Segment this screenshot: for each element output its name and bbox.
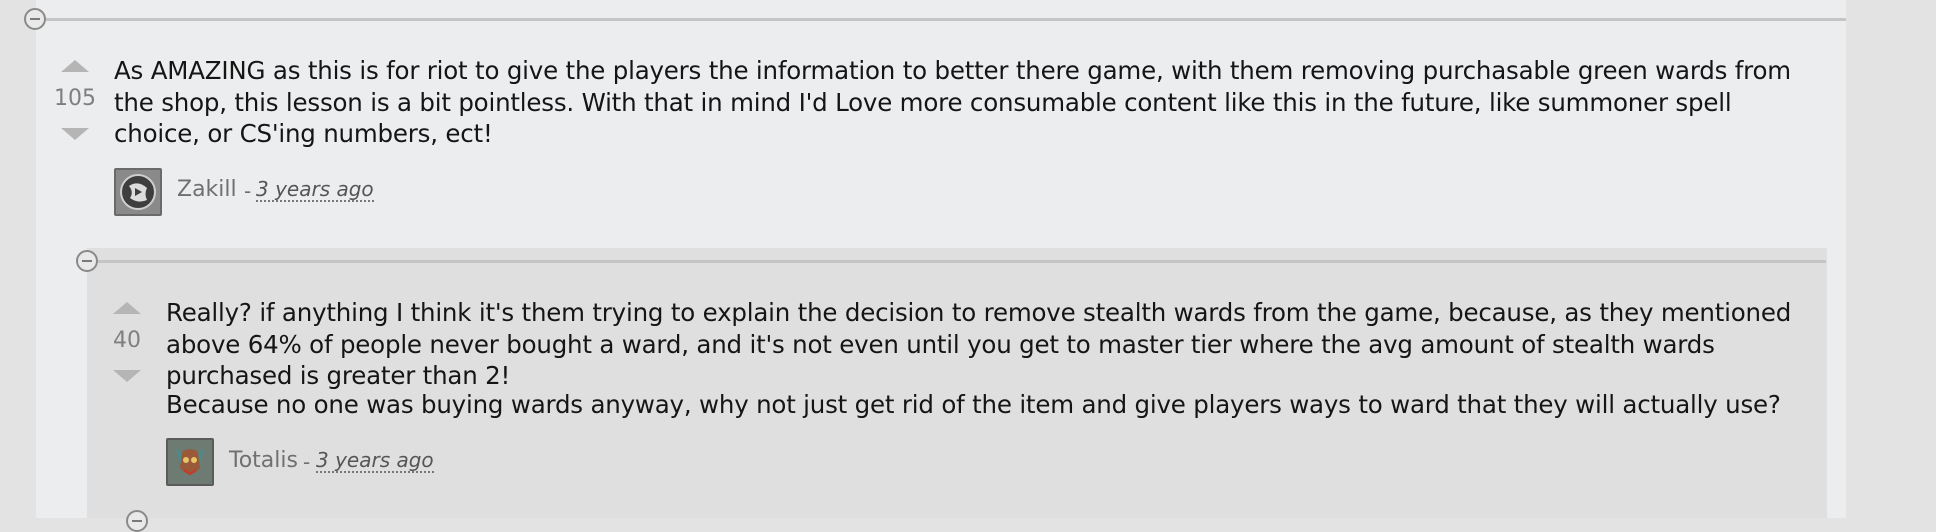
- comment-body: As AMAZING as this is for riot to give t…: [114, 56, 1791, 148]
- thread-divider: [98, 260, 1826, 263]
- upvote-icon[interactable]: [61, 60, 89, 72]
- vote-count: 40: [113, 328, 141, 353]
- timestamp: 3 years ago: [316, 448, 434, 473]
- timestamp-separator: -: [303, 450, 311, 474]
- author-name[interactable]: Zakill: [177, 177, 237, 202]
- timestamp: 3 years ago: [256, 177, 374, 202]
- comment-body-paragraph-2: Because no one was buying wards anyway, …: [166, 390, 1781, 419]
- thread-divider: [46, 18, 1846, 21]
- collapse-icon[interactable]: [126, 510, 148, 532]
- upvote-icon[interactable]: [113, 302, 141, 314]
- vote-count: 105: [54, 86, 96, 111]
- downvote-icon[interactable]: [113, 370, 141, 382]
- downvote-icon[interactable]: [61, 128, 89, 140]
- author-name[interactable]: Totalis: [229, 448, 298, 473]
- comment-body: Really? if anything I think it's them tr…: [166, 298, 1792, 390]
- avatar[interactable]: [166, 438, 214, 486]
- avatar[interactable]: [114, 168, 162, 216]
- collapse-icon[interactable]: [24, 8, 46, 30]
- timestamp-separator: -: [244, 179, 252, 203]
- collapse-icon[interactable]: [76, 250, 98, 272]
